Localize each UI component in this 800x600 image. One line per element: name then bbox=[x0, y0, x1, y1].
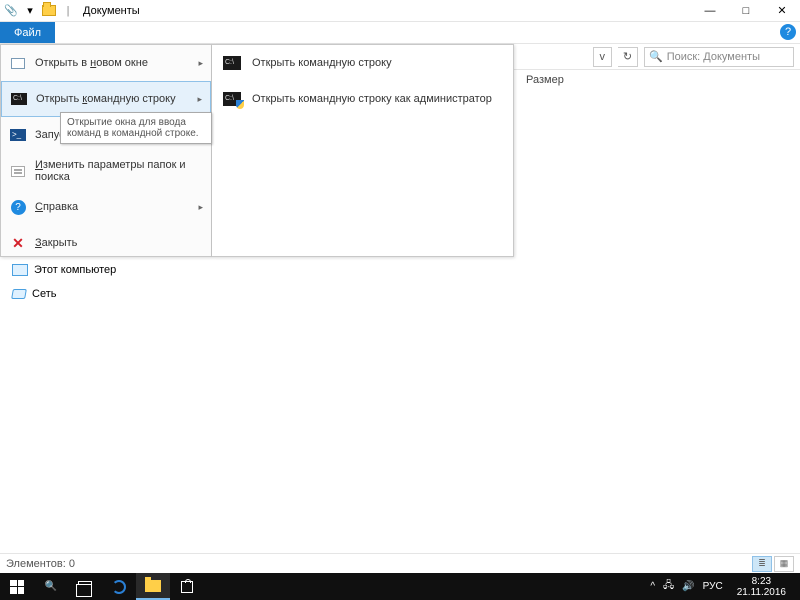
cmd-admin-icon: C:\ bbox=[222, 91, 242, 107]
close-button[interactable]: ✕ bbox=[764, 0, 800, 22]
column-headers: Размер bbox=[520, 70, 800, 90]
column-size[interactable]: Размер bbox=[520, 74, 564, 86]
search-placeholder: Поиск: Документы bbox=[667, 51, 760, 63]
task-view-button[interactable] bbox=[68, 573, 102, 600]
folder-icon bbox=[40, 2, 58, 20]
chevron-right-icon: ▸ bbox=[197, 94, 202, 105]
qat-pin-icon[interactable]: 📎 bbox=[2, 2, 20, 20]
chevron-right-icon: ▸ bbox=[198, 58, 203, 69]
view-details-button[interactable]: ≣ bbox=[752, 556, 772, 572]
folder-icon bbox=[145, 580, 161, 592]
cmd-icon: C:\ bbox=[10, 90, 28, 108]
submenu-open-cmd-admin[interactable]: C:\ Открыть командную строку как админис… bbox=[212, 81, 513, 117]
file-menu-close[interactable]: ✕ Закрыть bbox=[1, 225, 211, 261]
nav-network-label: Сеть bbox=[32, 288, 56, 300]
status-text: Элементов: 0 bbox=[6, 558, 75, 570]
search-button[interactable]: 🔍 bbox=[34, 573, 68, 600]
refresh-icon: ↻ bbox=[623, 50, 632, 63]
submenu-open-cmd[interactable]: C:\ Открыть командную строку bbox=[212, 45, 513, 81]
address-bar-end[interactable]: v bbox=[593, 47, 613, 67]
cmd-submenu-panel: C:\ Открыть командную строку C:\ Открыть… bbox=[212, 44, 514, 257]
search-icon: 🔍 bbox=[649, 50, 663, 63]
chevron-down-icon[interactable]: v bbox=[600, 51, 606, 63]
tray-overflow-icon[interactable]: ^ bbox=[650, 581, 655, 592]
powershell-icon: >_ bbox=[9, 126, 27, 144]
file-menu-panel: Открыть в новом окне ▸ C:\ Открыть коман… bbox=[0, 44, 212, 257]
taskbar-edge[interactable] bbox=[102, 573, 136, 600]
taskbar-store[interactable] bbox=[170, 573, 204, 600]
edge-icon bbox=[112, 580, 126, 594]
tooltip: Открытие окна для ввода команд в командн… bbox=[60, 112, 212, 144]
tray-time: 8:23 bbox=[737, 576, 786, 587]
ribbon-tabs: Файл ? bbox=[0, 22, 800, 44]
chevron-right-icon: ▸ bbox=[198, 202, 203, 213]
minimize-button[interactable]: — bbox=[692, 0, 728, 22]
tooltip-text: Открытие окна для ввода команд в командн… bbox=[67, 117, 199, 139]
tray-clock[interactable]: 8:23 21.11.2016 bbox=[731, 576, 792, 598]
windows-logo-icon bbox=[10, 580, 24, 594]
help-icon[interactable]: ? bbox=[780, 24, 796, 40]
tray-sound-icon[interactable]: 🔊 bbox=[682, 581, 694, 592]
file-menu-help[interactable]: ? Справка ▸ bbox=[1, 189, 211, 225]
submenu-open-cmd-label: Открыть командную строку bbox=[252, 57, 392, 69]
qat-dropdown-icon[interactable]: ▾ bbox=[21, 2, 39, 20]
network-icon bbox=[11, 289, 27, 299]
tray-date: 21.11.2016 bbox=[737, 587, 786, 598]
view-icons-button[interactable]: ▦ bbox=[774, 556, 794, 572]
tray-network-icon[interactable]: 🖧 bbox=[663, 578, 674, 595]
taskbar: 🔍 ^ 🖧 🔊 РУС 8:23 21.11.2016 bbox=[0, 573, 800, 600]
monitor-icon bbox=[12, 264, 28, 276]
nav-this-pc[interactable]: Этот компьютер bbox=[12, 264, 116, 276]
start-button[interactable] bbox=[0, 573, 34, 600]
submenu-open-cmd-admin-label: Открыть командную строку как администрат… bbox=[252, 93, 492, 105]
tray-language[interactable]: РУС bbox=[703, 581, 723, 592]
title-bar: 📎 ▾ | Документы — □ ✕ bbox=[0, 0, 800, 22]
file-menu-folder-options[interactable]: Изменить параметры папок и поиска bbox=[1, 153, 211, 189]
nav-network[interactable]: Сеть bbox=[12, 288, 56, 300]
maximize-button[interactable]: □ bbox=[728, 0, 764, 22]
window-icon bbox=[9, 54, 27, 72]
cmd-icon: C:\ bbox=[222, 55, 242, 71]
search-input[interactable]: 🔍 Поиск: Документы bbox=[644, 47, 794, 67]
taskbar-explorer[interactable] bbox=[136, 573, 170, 600]
task-view-icon bbox=[78, 581, 92, 592]
window-title: Документы bbox=[77, 5, 140, 17]
refresh-button[interactable]: ↻ bbox=[618, 47, 638, 67]
file-menu-open-new-window[interactable]: Открыть в новом окне ▸ bbox=[1, 45, 211, 81]
close-icon: ✕ bbox=[9, 234, 27, 252]
file-tab[interactable]: Файл bbox=[0, 22, 55, 43]
help-icon: ? bbox=[9, 198, 27, 216]
quick-access-toolbar: 📎 ▾ | bbox=[0, 2, 77, 20]
system-tray: ^ 🖧 🔊 РУС 8:23 21.11.2016 bbox=[642, 573, 800, 600]
store-icon bbox=[181, 581, 193, 593]
qat-divider-icon: | bbox=[59, 2, 77, 20]
options-icon bbox=[9, 162, 27, 180]
search-icon: 🔍 bbox=[45, 581, 57, 592]
nav-this-pc-label: Этот компьютер bbox=[34, 264, 116, 276]
status-bar: Элементов: 0 ≣ ▦ bbox=[0, 553, 800, 573]
